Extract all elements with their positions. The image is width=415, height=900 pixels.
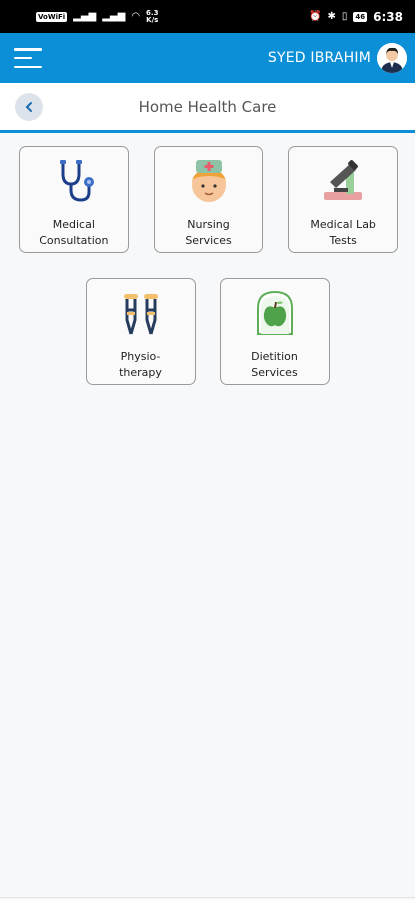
nurse-icon [185, 157, 233, 205]
network-speed: 6.3 K/s [146, 9, 159, 24]
nursing-services-card[interactable]: Nursing Services [153, 146, 264, 253]
card-label: Dietition Services [251, 350, 298, 379]
medical-lab-tests-card[interactable]: Medical Lab Tests [288, 146, 399, 253]
dietition-services-card[interactable]: Dietition Services [219, 278, 330, 385]
clock: 6:38 [373, 9, 403, 24]
page-header: Home Health Care [0, 83, 415, 133]
card-label: Physio- therapy [119, 350, 162, 379]
signal-icon-2: ▂▄▆ [102, 11, 126, 22]
speed-unit: K/s [146, 15, 159, 24]
user-name: SYED IBRAHIM [267, 50, 371, 66]
status-bar: VoWiFi ▂▄▆ ▂▄▆ ◠ 6.3 K/s ⏰ ✱ ▯ 46 6:38 [0, 0, 415, 33]
vibrate-icon: ▯ [341, 11, 348, 22]
battery-icon: 46 [353, 11, 368, 22]
alarm-icon: ⏰ [309, 11, 322, 22]
bottom-divider [0, 897, 415, 898]
wifi-icon: ◠ [131, 11, 141, 22]
stethoscope-icon [50, 157, 98, 205]
user-area[interactable]: SYED IBRAHIM [268, 43, 407, 73]
apple-icon [251, 289, 299, 337]
card-label: Nursing Services [185, 218, 232, 247]
avatar[interactable] [377, 43, 407, 73]
page-title: Home Health Care [138, 97, 277, 116]
medical-consultation-card[interactable]: Medical Consultation [19, 146, 129, 253]
vowifi-badge: VoWiFi [36, 11, 68, 22]
bluetooth-icon: ✱ [327, 11, 336, 22]
services-grid: Medical Consultation Nursing Services Me… [0, 133, 415, 385]
signal-icon: ▂▄▆ [73, 11, 97, 22]
chevron-left-icon [25, 101, 32, 112]
services-row-2: Physio- therapy Dietition Services [17, 278, 398, 385]
status-right: ⏰ ✱ ▯ 46 6:38 [309, 10, 403, 24]
status-left: VoWiFi ▂▄▆ ▂▄▆ ◠ 6.3 K/s [36, 9, 159, 24]
crutches-icon [117, 289, 165, 337]
physiotherapy-card[interactable]: Physio- therapy [85, 278, 196, 385]
back-button[interactable] [15, 92, 43, 121]
app-bar: SYED IBRAHIM [0, 33, 415, 83]
card-label: Medical Consultation [39, 218, 109, 247]
card-label: Medical Lab Tests [310, 218, 376, 247]
microscope-icon [319, 157, 367, 205]
services-row-1: Medical Consultation Nursing Services Me… [19, 146, 399, 253]
menu-icon[interactable] [14, 48, 42, 68]
